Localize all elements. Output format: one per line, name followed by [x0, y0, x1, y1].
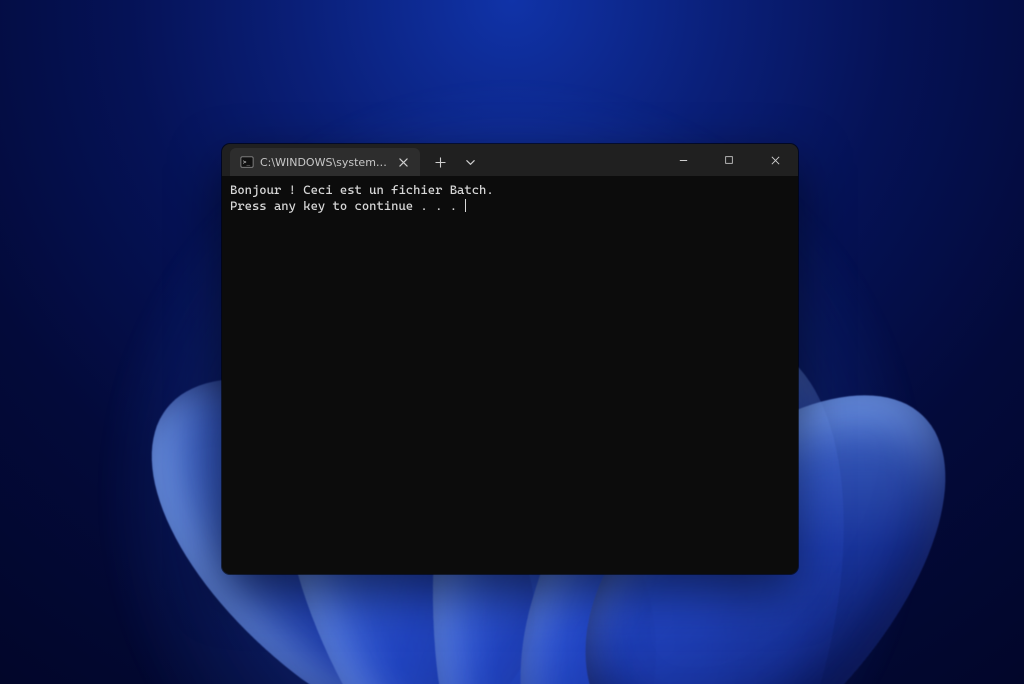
- text-cursor: [465, 199, 466, 212]
- tab-close-button[interactable]: [394, 153, 412, 171]
- desktop-background: >_ C:\WINDOWS\system32\cmd.: [0, 0, 1024, 684]
- terminal-window: >_ C:\WINDOWS\system32\cmd.: [222, 144, 798, 574]
- titlebar-drag-region[interactable]: [484, 144, 660, 176]
- minimize-button[interactable]: [660, 144, 706, 176]
- terminal-line: Press any key to continue . . .: [230, 198, 464, 213]
- cmd-icon: >_: [240, 155, 254, 169]
- new-tab-button[interactable]: [426, 148, 454, 176]
- tab-title: C:\WINDOWS\system32\cmd.: [260, 156, 388, 169]
- terminal-line: Bonjour ! Ceci est un fichier Batch.: [230, 182, 494, 197]
- tabstrip-controls: [426, 144, 484, 176]
- maximize-button[interactable]: [706, 144, 752, 176]
- window-controls: [660, 144, 798, 176]
- tab-dropdown-button[interactable]: [456, 148, 484, 176]
- tab-active[interactable]: >_ C:\WINDOWS\system32\cmd.: [230, 148, 420, 176]
- svg-text:>_: >_: [243, 159, 251, 166]
- terminal-output[interactable]: Bonjour ! Ceci est un fichier Batch. Pre…: [222, 176, 798, 574]
- close-button[interactable]: [752, 144, 798, 176]
- titlebar[interactable]: >_ C:\WINDOWS\system32\cmd.: [222, 144, 798, 176]
